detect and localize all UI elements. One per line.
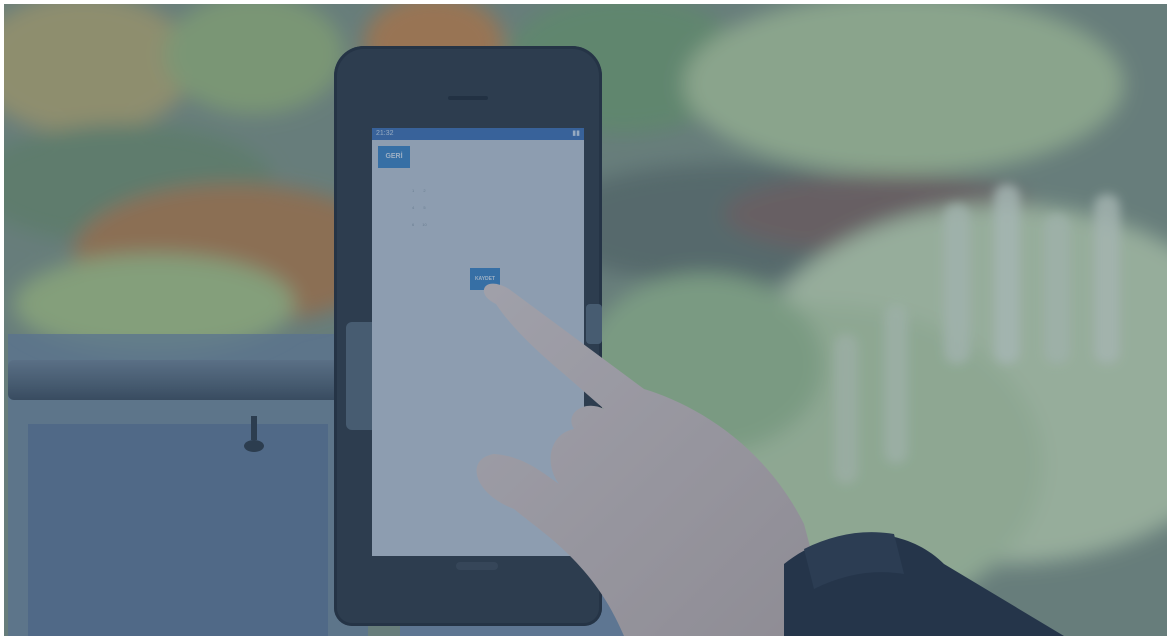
photo-frame: 21:32 ▮▮ GERİ 1 2 4 5 6 10 KAYDET <box>4 4 1167 636</box>
dark-overlay <box>4 4 1167 636</box>
